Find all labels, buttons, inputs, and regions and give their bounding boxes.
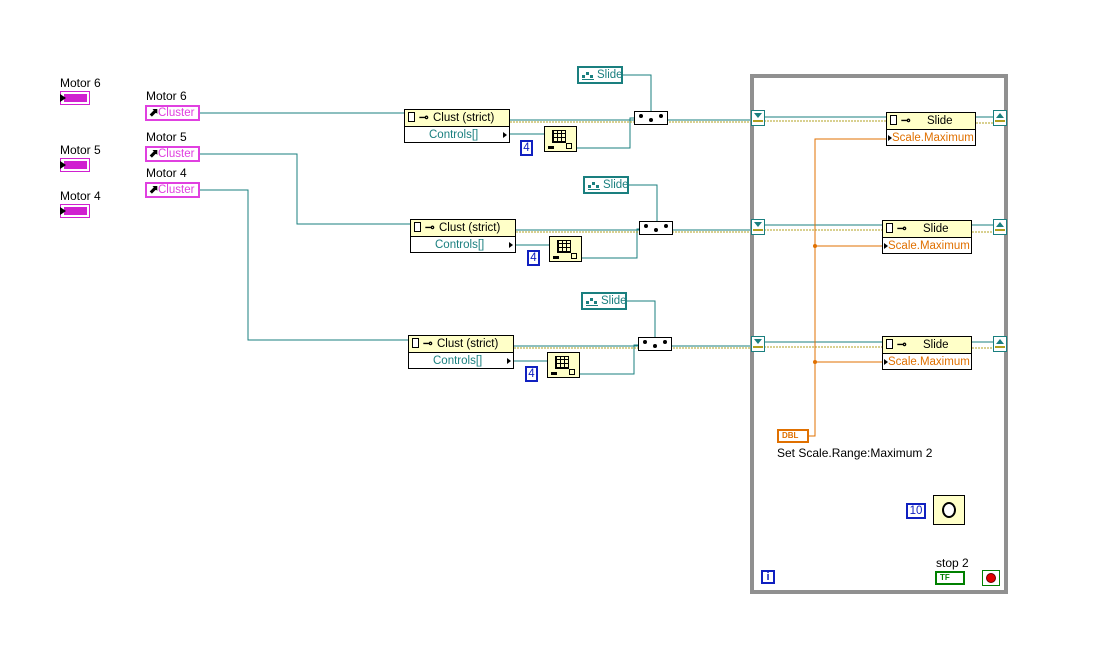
index-array-node-1[interactable]	[544, 126, 577, 152]
refnum-key-icon: ⊸	[897, 223, 907, 235]
dbl-control-terminal[interactable]: DBL	[777, 429, 809, 443]
slide-property-node-2[interactable]: ⊸ Slide Scale.Maximum	[882, 220, 972, 254]
index-array-node-2[interactable]	[549, 236, 582, 262]
input-arrow-icon	[888, 135, 892, 141]
slide-class-icon	[586, 297, 598, 306]
property-node-icon	[886, 339, 893, 349]
index-array-node-3[interactable]	[547, 352, 580, 378]
property-name: Controls[]	[429, 129, 479, 141]
shift-register-right-1[interactable]	[993, 110, 1007, 126]
slide-class-constant-1[interactable]: Slide	[577, 66, 623, 84]
array-icon	[552, 130, 566, 143]
to-more-specific-class-node-3[interactable]	[638, 337, 672, 351]
output-arrow-icon	[507, 358, 511, 364]
wire-motor5-ref	[200, 153, 410, 225]
wait-ms-node[interactable]	[933, 495, 965, 525]
property-node-class: Slide	[923, 339, 949, 351]
shift-register-left-3[interactable]	[751, 336, 765, 352]
slide-property-node-3[interactable]: ⊸ Slide Scale.Maximum	[882, 336, 972, 370]
property-node-icon	[886, 223, 893, 233]
refnum-icon: ⬈	[149, 184, 159, 196]
iteration-terminal: i	[761, 570, 775, 584]
refnum-key-icon: ⊸	[897, 339, 907, 351]
motor4-indicator-terminal[interactable]	[60, 204, 90, 218]
motor5-indicator-label: Motor 5	[60, 143, 101, 157]
slide-class-constant-2[interactable]: Slide	[583, 176, 629, 194]
motor5-indicator-terminal[interactable]	[60, 158, 90, 172]
slide-class-icon	[582, 71, 594, 80]
stopwatch-icon	[942, 502, 956, 518]
index-constant-3[interactable]: 4	[525, 366, 538, 382]
cluster-property-node-2[interactable]: ⊸ Clust (strict) Controls[]	[410, 219, 516, 253]
index-constant-2[interactable]: 4	[527, 250, 540, 266]
wait-ms-constant[interactable]: 10	[906, 503, 926, 519]
refnum-key-icon: ⊸	[423, 338, 433, 350]
stop-icon	[986, 573, 996, 583]
property-node-icon	[890, 115, 897, 125]
index-constant-1[interactable]: 4	[520, 140, 533, 156]
slide-class-icon	[588, 181, 600, 190]
property-name: Scale.Maximum	[888, 240, 970, 252]
property-name: Controls[]	[433, 355, 483, 367]
shift-register-right-3[interactable]	[993, 336, 1007, 352]
shift-register-right-2[interactable]	[993, 219, 1007, 235]
property-node-class: Clust (strict)	[437, 338, 499, 350]
input-arrow-icon	[884, 243, 888, 249]
refnum-key-icon: ⊸	[901, 115, 911, 127]
cluster-ref-motor4-label: Motor 4	[146, 166, 187, 180]
cluster-ref-motor6-label: Motor 6	[146, 89, 187, 103]
slide-property-node-1[interactable]: ⊸ Slide Scale.Maximum	[886, 112, 976, 146]
cluster-property-node-1[interactable]: ⊸ Clust (strict) Controls[]	[404, 109, 510, 143]
refnum-key-icon: ⊸	[425, 222, 435, 234]
motor6-indicator-terminal[interactable]	[60, 91, 90, 105]
property-name: Scale.Maximum	[888, 356, 970, 368]
output-arrow-icon	[503, 132, 507, 138]
dbl-control-label: Set Scale.Range:Maximum 2	[777, 446, 933, 460]
refnum-icon: ⬈	[149, 148, 159, 160]
property-node-icon	[408, 112, 415, 122]
output-arrow-icon	[509, 242, 513, 248]
refnum-key-icon: ⊸	[419, 112, 429, 124]
motor6-indicator-label: Motor 6	[60, 76, 101, 90]
array-icon	[557, 240, 571, 253]
loop-condition-terminal[interactable]	[982, 570, 1000, 586]
property-node-class: Slide	[923, 223, 949, 235]
property-node-icon	[412, 338, 419, 348]
refnum-icon: ⬈	[149, 107, 159, 119]
shift-register-left-2[interactable]	[751, 219, 765, 235]
to-more-specific-class-node-2[interactable]	[639, 221, 673, 235]
to-more-specific-class-node-1[interactable]	[634, 111, 668, 125]
cluster-ref-motor6[interactable]: ⬈Cluster	[145, 105, 200, 121]
cluster-property-node-3[interactable]: ⊸ Clust (strict) Controls[]	[408, 335, 514, 369]
property-node-class: Slide	[927, 115, 953, 127]
shift-register-left-1[interactable]	[751, 110, 765, 126]
stop-button-terminal[interactable]: TF	[935, 571, 965, 585]
property-name: Controls[]	[435, 239, 485, 251]
cluster-ref-motor5-label: Motor 5	[146, 130, 187, 144]
property-name: Scale.Maximum	[892, 132, 974, 144]
slide-class-constant-3[interactable]: Slide	[581, 292, 627, 310]
cluster-ref-motor5[interactable]: ⬈Cluster	[145, 146, 200, 162]
property-node-icon	[414, 222, 421, 232]
cluster-ref-motor4[interactable]: ⬈Cluster	[145, 182, 200, 198]
while-loop[interactable]	[750, 74, 1008, 594]
stop-button-label: stop 2	[936, 556, 969, 570]
array-icon	[555, 356, 569, 369]
property-node-class: Clust (strict)	[433, 112, 495, 124]
wire-motor4-ref	[200, 189, 408, 341]
property-node-class: Clust (strict)	[439, 222, 501, 234]
motor4-indicator-label: Motor 4	[60, 189, 101, 203]
input-arrow-icon	[884, 359, 888, 365]
